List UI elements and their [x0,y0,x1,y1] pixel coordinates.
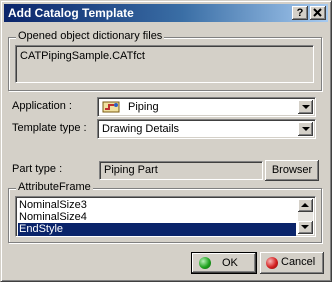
template-type-label: Template type : [12,122,87,134]
browser-button[interactable]: Browser [265,160,319,181]
window-title: Add Catalog Template [8,6,134,20]
application-value: Piping [128,101,159,113]
application-label: Application : [12,100,72,112]
part-type-field: Piping Part [99,161,263,180]
ok-button[interactable]: OK [191,252,257,274]
dictionary-files-list[interactable]: CATPipingSample.CATfct [15,45,314,83]
close-button[interactable] [310,6,326,20]
chevron-down-icon [301,225,309,229]
part-type-value: Piping Part [104,164,158,176]
attribute-list-scrollbar[interactable] [298,199,313,234]
dialog-window: Add Catalog Template ? Opened object dic… [0,0,332,282]
ok-label: OK [222,257,238,269]
attribute-list[interactable]: NominalSize3 NominalSize4 EndStyle [15,196,316,237]
application-select[interactable]: Piping [97,97,316,117]
chevron-down-icon [302,105,310,109]
template-type-select[interactable]: Drawing Details [97,119,316,139]
cancel-label: Cancel [281,256,316,268]
scroll-down-button[interactable] [298,221,313,234]
title-bar[interactable]: Add Catalog Template ? [4,4,328,22]
chevron-down-icon [302,127,310,131]
dictionary-file-item[interactable]: CATPipingSample.CATfct [20,50,145,63]
close-icon [313,8,322,17]
part-type-label: Part type : [12,163,63,175]
help-button[interactable]: ? [292,6,308,20]
template-type-value: Drawing Details [102,123,180,135]
chevron-up-icon [301,203,309,207]
piping-icon [102,100,120,114]
ok-orb-icon [199,257,211,269]
cancel-orb-icon [266,257,278,269]
attribute-frame-label: AttributeFrame [16,181,93,194]
attribute-list-item-selected[interactable]: EndStyle [18,223,296,236]
scroll-up-button[interactable] [298,199,313,212]
template-type-dropdown-button[interactable] [298,122,313,136]
cancel-button[interactable]: Cancel [260,252,324,274]
application-dropdown-button[interactable] [298,100,313,114]
help-icon: ? [296,7,304,19]
dictionary-files-group-label: Opened object dictionary files [16,30,165,43]
